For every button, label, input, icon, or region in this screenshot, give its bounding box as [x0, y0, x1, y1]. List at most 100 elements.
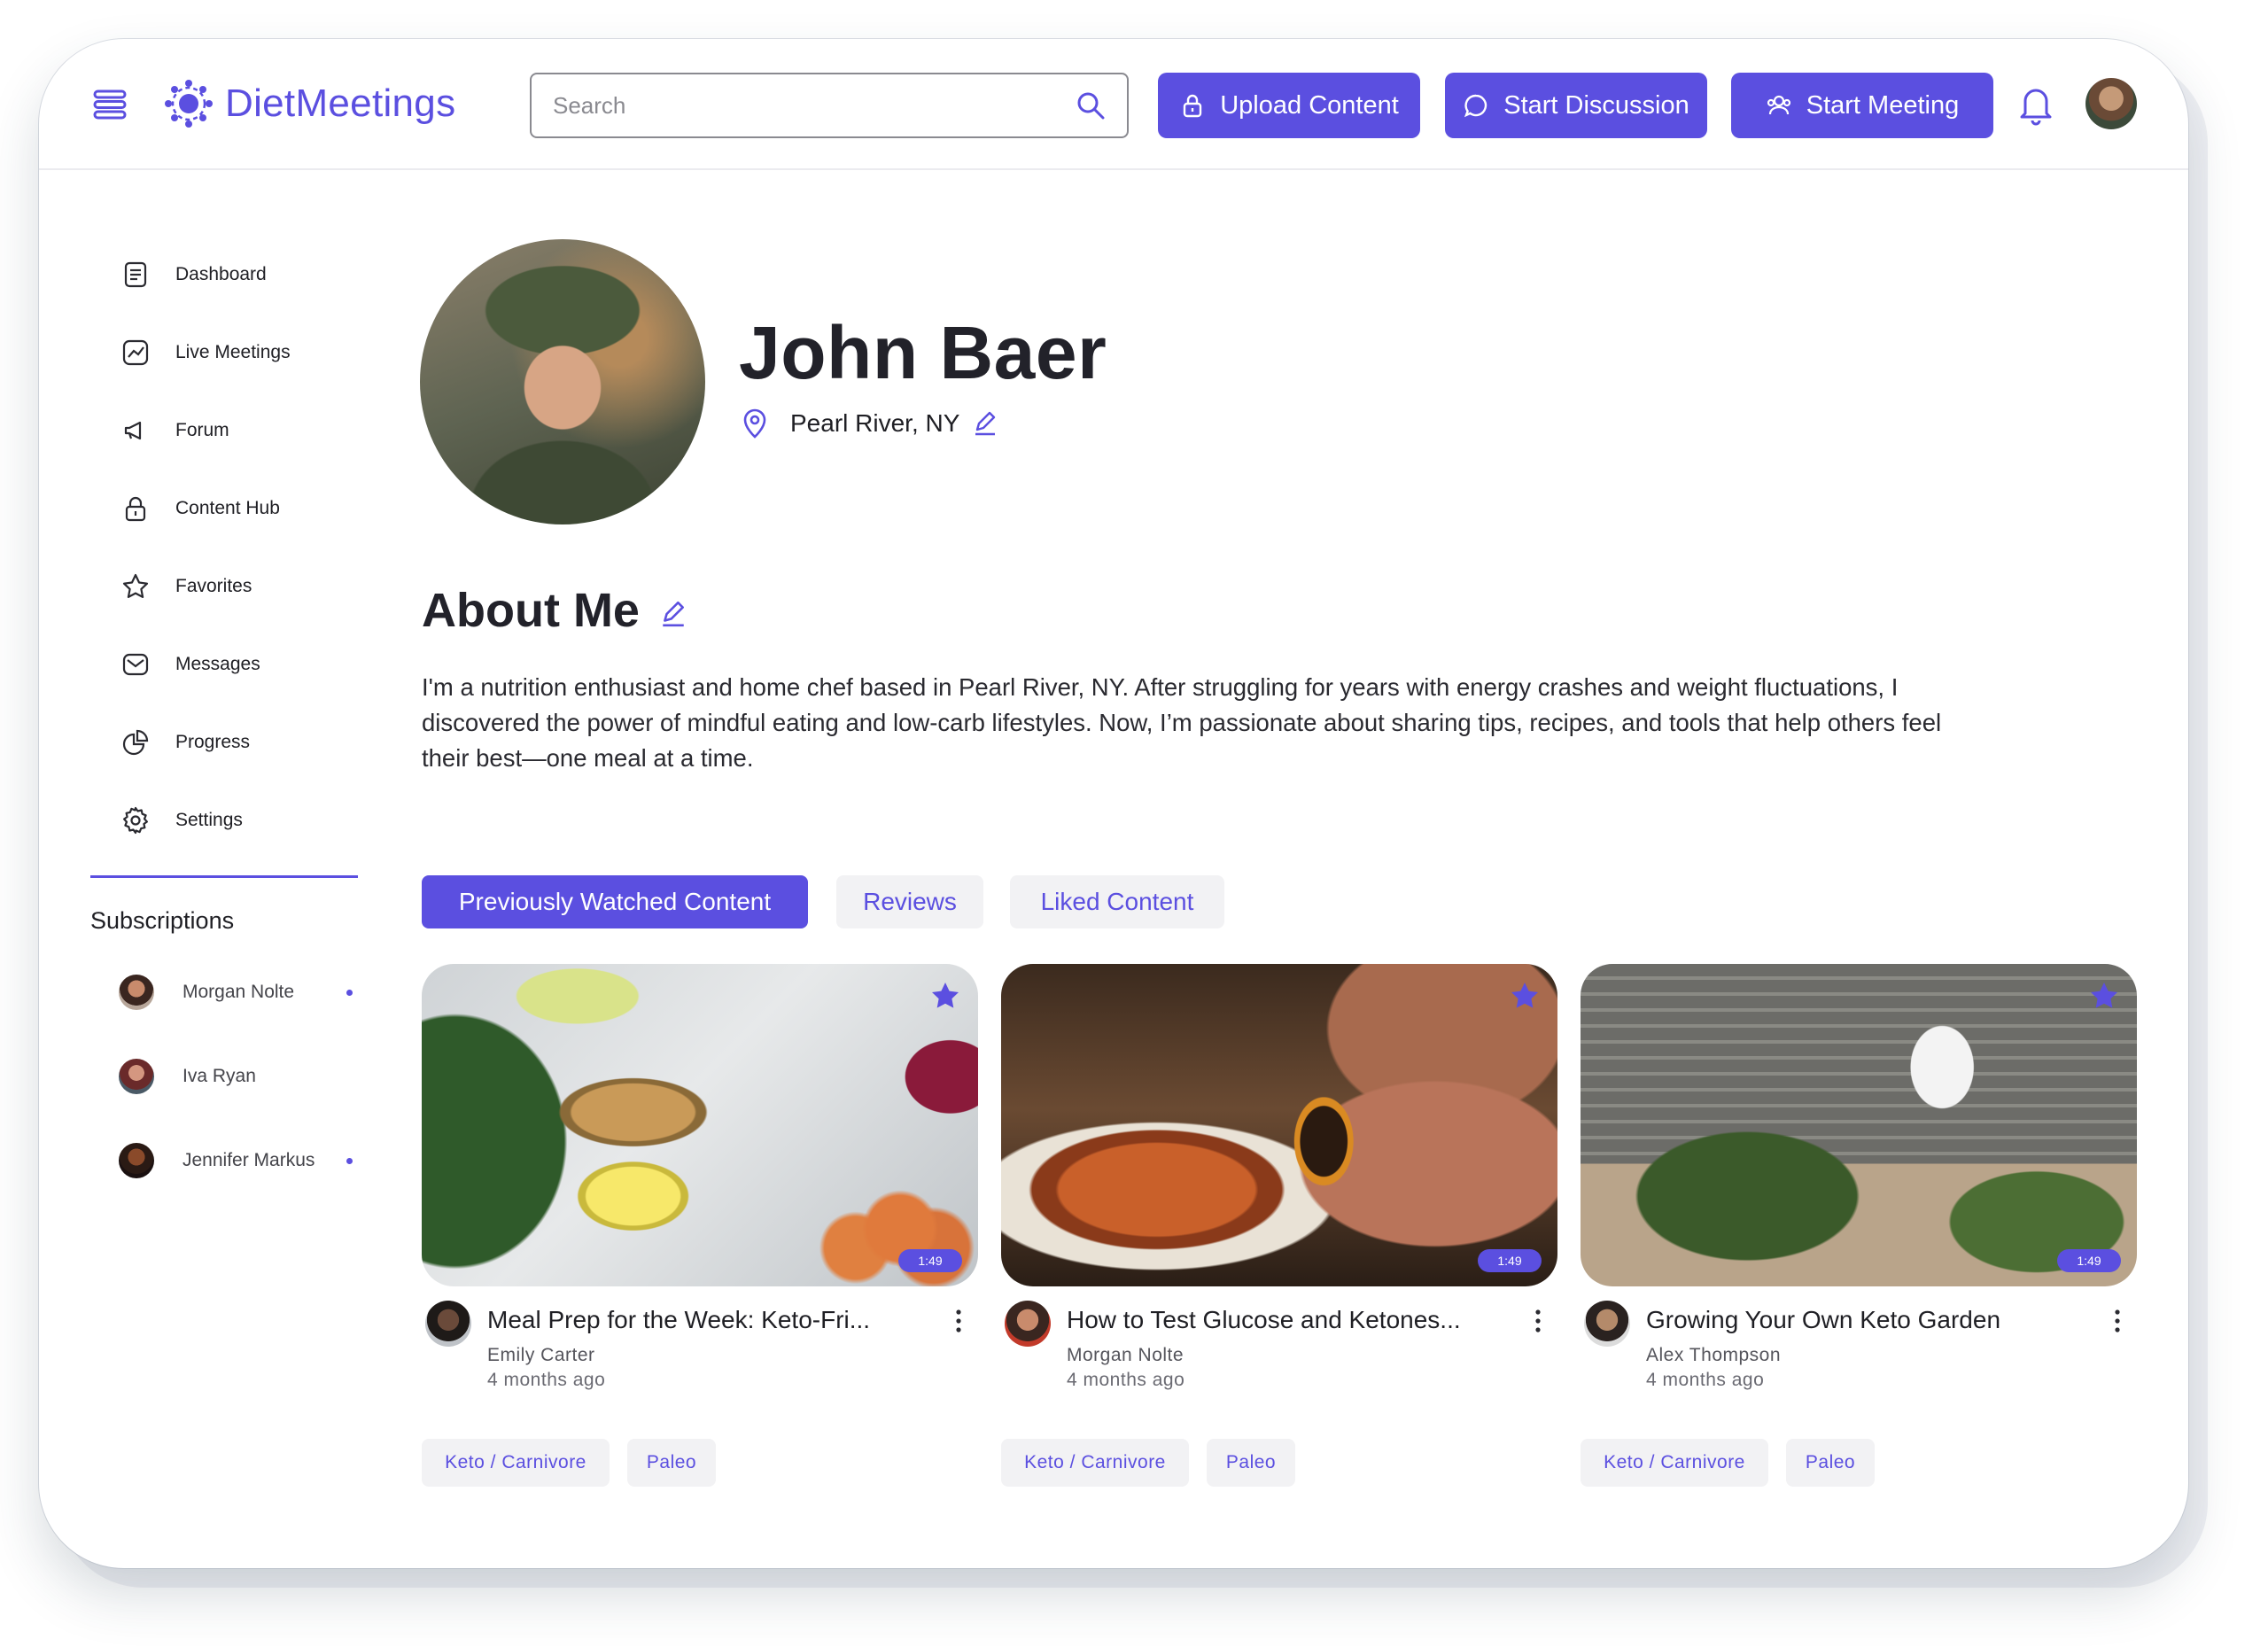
upload-content-button[interactable]: Upload Content — [1158, 73, 1420, 138]
sidebar-item-settings[interactable]: Settings — [120, 799, 243, 842]
content-card[interactable]: 1:49 Growing Your Own Keto Garden Alex T… — [1581, 964, 2137, 1487]
about-text: I'm a nutrition enthusiast and home chef… — [422, 673, 1942, 772]
subscription-item[interactable]: Iva Ryan — [119, 1057, 358, 1096]
start-discussion-button[interactable]: Start Discussion — [1445, 73, 1707, 138]
edit-icon[interactable] — [972, 410, 998, 437]
sidebar-item-label: Live Meetings — [175, 342, 291, 362]
sidebar-item-messages[interactable]: Messages — [120, 643, 260, 686]
bell-icon[interactable] — [2018, 83, 2054, 126]
more-options-icon[interactable] — [2112, 1308, 2123, 1334]
sidebar-item-label: Content Hub — [175, 498, 280, 518]
star-icon[interactable] — [928, 980, 962, 1014]
document-icon — [124, 261, 147, 288]
video-thumbnail[interactable]: 1:49 — [422, 964, 978, 1286]
subscription-name: Jennifer Markus — [183, 1150, 315, 1170]
card-title[interactable]: How to Test Glucose and Ketones... — [1067, 1306, 1461, 1334]
subscriptions-title: Subscriptions — [90, 907, 235, 934]
start-discussion-label: Start Discussion — [1503, 90, 1689, 120]
user-avatar[interactable] — [2085, 78, 2137, 129]
unread-dot — [346, 1157, 353, 1164]
logo-icon — [165, 80, 213, 128]
card-author: Alex Thompson — [1646, 1345, 1782, 1365]
profile-photo — [420, 239, 705, 524]
sidebar-item-label: Settings — [175, 810, 243, 830]
unread-dot — [346, 989, 353, 996]
app-logo[interactable]: DietMeetings — [161, 76, 455, 131]
content-card[interactable]: 1:49 How to Test Glucose and Ketones... … — [1001, 964, 1557, 1487]
menu-icon[interactable] — [92, 89, 128, 120]
star-icon[interactable] — [2087, 980, 2121, 1014]
card-age: 4 months ago — [1646, 1370, 1765, 1390]
search-input[interactable] — [553, 91, 1076, 120]
search-icon[interactable] — [1076, 90, 1106, 120]
tab-previously-watched[interactable]: Previously Watched Content — [422, 875, 808, 928]
lock-icon — [125, 496, 146, 522]
edit-icon[interactable] — [659, 600, 687, 628]
tab-liked-content[interactable]: Liked Content — [1010, 875, 1224, 928]
start-meeting-button[interactable]: Start Meeting — [1731, 73, 1993, 138]
avatar — [119, 1059, 154, 1094]
megaphone-icon — [124, 421, 142, 440]
top-header: DietMeetings Upload Content Start Discus… — [39, 39, 2188, 170]
sidebar-item-forum[interactable]: Forum — [120, 409, 229, 452]
upload-content-label: Upload Content — [1220, 90, 1399, 120]
users-icon — [1767, 95, 1790, 115]
sidebar: Dashboard Live Meetings Forum Content Hu… — [39, 172, 376, 1568]
author-avatar — [1005, 1301, 1051, 1347]
sidebar-item-progress[interactable]: Progress — [120, 721, 250, 764]
pie-chart-icon — [122, 729, 149, 756]
search-bar[interactable] — [530, 73, 1129, 138]
location-text: Pearl River, NY — [790, 409, 960, 437]
card-age: 4 months ago — [1067, 1370, 1185, 1390]
tag-chip[interactable]: Keto / Carnivore — [1001, 1439, 1189, 1487]
video-duration: 1:49 — [898, 1249, 962, 1272]
sidebar-item-label: Favorites — [175, 576, 252, 596]
video-thumbnail[interactable]: 1:49 — [1581, 964, 2137, 1286]
more-options-icon[interactable] — [953, 1308, 964, 1334]
more-options-icon[interactable] — [1533, 1308, 1543, 1334]
content-card[interactable]: 1:49 Meal Prep for the Week: Keto-Fri...… — [422, 964, 978, 1487]
tag-chip[interactable]: Keto / Carnivore — [422, 1439, 610, 1487]
sidebar-item-label: Messages — [175, 654, 260, 674]
sidebar-item-content-hub[interactable]: Content Hub — [120, 487, 280, 530]
card-title[interactable]: Growing Your Own Keto Garden — [1646, 1306, 2000, 1334]
sidebar-item-label: Forum — [175, 420, 229, 440]
author-avatar — [1584, 1301, 1630, 1347]
tag-chip[interactable]: Paleo — [1786, 1439, 1875, 1487]
tag-chip[interactable]: Paleo — [627, 1439, 716, 1487]
tab-reviews[interactable]: Reviews — [836, 875, 983, 928]
gear-icon — [123, 806, 148, 835]
tag-chip[interactable]: Keto / Carnivore — [1581, 1439, 1768, 1487]
lock-icon — [1184, 94, 1202, 118]
sidebar-item-label: Dashboard — [175, 264, 267, 284]
avatar — [119, 975, 154, 1010]
card-author: Morgan Nolte — [1067, 1345, 1184, 1365]
profile-location: Pearl River, NY — [741, 408, 998, 439]
sidebar-item-label: Progress — [175, 732, 251, 752]
chart-line-icon — [122, 339, 149, 366]
sidebar-item-live-meetings[interactable]: Live Meetings — [120, 331, 291, 374]
star-icon — [122, 573, 149, 598]
about-section-title: About Me — [422, 583, 687, 638]
about-title-text: About Me — [422, 584, 640, 637]
card-author: Emily Carter — [487, 1345, 595, 1365]
sidebar-item-favorites[interactable]: Favorites — [120, 565, 252, 608]
video-thumbnail[interactable]: 1:49 — [1001, 964, 1557, 1286]
subscription-item[interactable]: Morgan Nolte — [119, 973, 358, 1012]
video-duration: 1:49 — [2057, 1249, 2121, 1272]
profile-name: John Baer — [739, 311, 1107, 394]
mail-icon — [122, 653, 149, 676]
subscription-item[interactable]: Jennifer Markus — [119, 1141, 358, 1180]
location-pin-icon — [743, 408, 766, 439]
author-avatar — [425, 1301, 471, 1347]
card-age: 4 months ago — [487, 1370, 606, 1390]
tag-chip[interactable]: Paleo — [1207, 1439, 1295, 1487]
sidebar-divider — [90, 875, 358, 878]
avatar — [119, 1143, 154, 1178]
subscription-name: Iva Ryan — [183, 1066, 256, 1086]
star-icon[interactable] — [1508, 980, 1542, 1014]
subscription-name: Morgan Nolte — [183, 982, 295, 1002]
card-title[interactable]: Meal Prep for the Week: Keto-Fri... — [487, 1306, 870, 1334]
sidebar-item-dashboard[interactable]: Dashboard — [120, 253, 267, 296]
chat-bubble-icon — [1464, 94, 1487, 118]
